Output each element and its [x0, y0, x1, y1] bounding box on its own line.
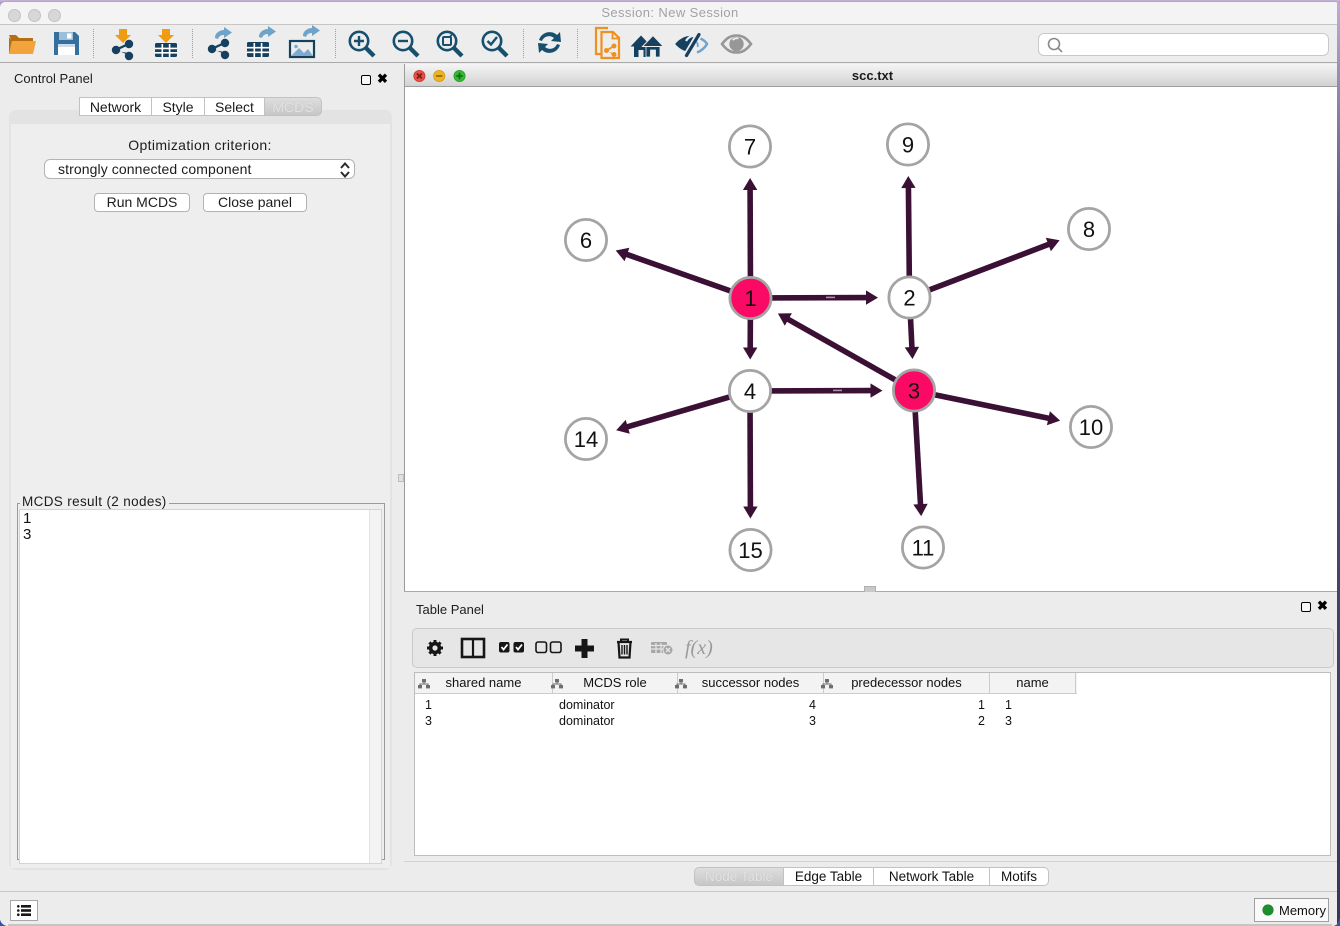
- svg-text:f(x): f(x): [685, 637, 713, 659]
- svg-text:1: 1: [744, 286, 756, 311]
- svg-text:7: 7: [744, 134, 756, 159]
- svg-text:14: 14: [574, 427, 598, 452]
- svg-text:11: 11: [912, 535, 935, 560]
- svg-text:4: 4: [744, 379, 756, 404]
- svg-text:3: 3: [908, 378, 920, 403]
- svg-text:8: 8: [1083, 217, 1095, 242]
- svg-text:9: 9: [902, 132, 914, 157]
- svg-text:10: 10: [1079, 415, 1103, 440]
- svg-text:2: 2: [903, 285, 915, 310]
- svg-text:15: 15: [738, 538, 762, 563]
- svg-text:6: 6: [580, 228, 592, 253]
